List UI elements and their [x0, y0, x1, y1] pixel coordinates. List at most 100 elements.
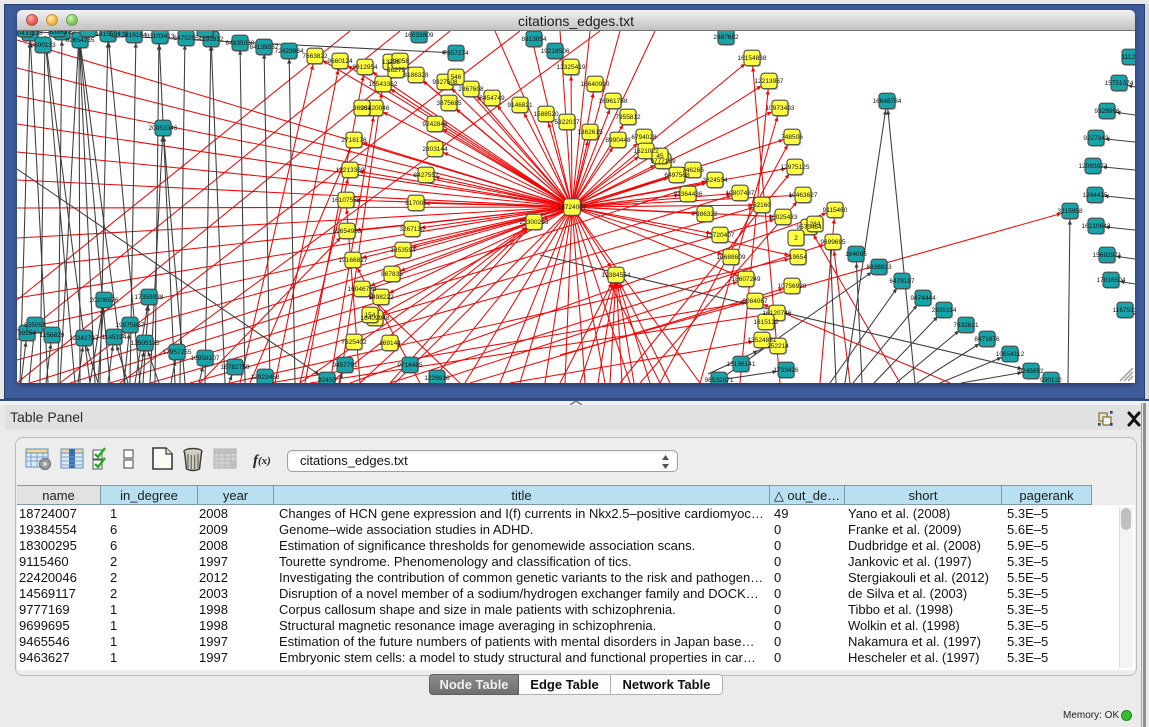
svg-text:1353594: 1353594 — [390, 247, 416, 254]
svg-text:16210643: 16210643 — [1082, 223, 1111, 230]
svg-text:9084067: 9084067 — [742, 298, 768, 305]
svg-text:15692971: 15692971 — [1093, 252, 1122, 259]
svg-text:1167533: 1167533 — [1113, 307, 1135, 314]
svg-text:98961: 98961 — [353, 105, 371, 112]
svg-text:8471676: 8471676 — [974, 336, 1000, 343]
svg-text:16640910: 16640910 — [581, 81, 610, 88]
svg-text:169144: 169144 — [379, 340, 401, 347]
svg-text:284: 284 — [810, 221, 821, 228]
svg-text:9146821: 9146821 — [507, 102, 533, 109]
svg-text:9474444: 9474444 — [910, 295, 936, 302]
svg-text:16154838: 16154838 — [738, 55, 767, 62]
svg-text:72423884: 72423884 — [275, 48, 304, 55]
svg-text:748506: 748506 — [781, 134, 803, 141]
svg-text:1615132: 1615132 — [753, 319, 779, 326]
svg-text:9457791: 9457791 — [332, 362, 358, 369]
svg-text:7816184: 7816184 — [121, 32, 147, 39]
svg-text:3267130: 3267130 — [399, 226, 425, 233]
svg-text:6497568: 6497568 — [664, 172, 690, 179]
svg-text:5430391: 5430391 — [192, 31, 218, 33]
svg-text:12093873: 12093873 — [1079, 163, 1108, 170]
svg-text:19654: 19654 — [789, 254, 807, 261]
svg-text:15751074: 15751074 — [1105, 80, 1134, 87]
svg-text:86058: 86058 — [391, 58, 409, 65]
svg-text:1156829: 1156829 — [40, 332, 65, 339]
svg-text:6794028: 6794028 — [631, 134, 657, 141]
svg-text:15720407: 15720407 — [706, 232, 735, 239]
svg-text:97848018: 97848018 — [17, 31, 40, 33]
svg-text:1588520: 1588520 — [533, 111, 559, 118]
svg-text:9227343: 9227343 — [1083, 135, 1109, 142]
svg-text:10025433: 10025433 — [769, 214, 798, 221]
svg-text:154: 154 — [365, 312, 376, 319]
svg-text:12923468: 12923468 — [251, 374, 280, 381]
svg-text:8938923: 8938923 — [866, 264, 892, 271]
svg-text:16120746: 16120746 — [763, 310, 792, 317]
svg-text:39154: 39154 — [18, 330, 36, 337]
svg-text:4192832: 4192832 — [198, 36, 224, 43]
svg-text:10756928: 10756928 — [778, 283, 807, 290]
svg-text:7663822: 7663822 — [302, 53, 328, 60]
svg-text:9329966: 9329966 — [1094, 108, 1120, 115]
svg-text:3624554: 3624554 — [702, 177, 728, 184]
svg-text:51462704: 51462704 — [43, 31, 72, 33]
svg-text:1498222: 1498222 — [368, 294, 394, 301]
svg-text:8813054: 8813054 — [521, 36, 547, 43]
svg-text:10807487: 10807487 — [726, 190, 755, 197]
svg-text:18607249: 18607249 — [732, 276, 761, 283]
svg-text:2887682: 2887682 — [713, 34, 739, 41]
svg-text:19975867: 19975867 — [116, 322, 145, 329]
svg-text:2803144: 2803144 — [422, 146, 448, 153]
svg-text:15136141: 15136141 — [727, 361, 756, 368]
svg-text:7955812: 7955812 — [615, 114, 641, 121]
svg-text:1226916: 1226916 — [424, 375, 450, 382]
svg-text:16782759: 16782759 — [221, 364, 250, 371]
svg-text:16543362: 16543362 — [369, 81, 398, 88]
svg-text:12342737: 12342737 — [70, 335, 99, 342]
svg-text:20053346: 20053346 — [149, 125, 178, 132]
svg-text:92450: 92450 — [318, 377, 336, 383]
svg-text:2867608: 2867608 — [458, 86, 484, 93]
svg-text:5322037: 5322037 — [554, 119, 580, 126]
svg-text:9699695: 9699695 — [820, 239, 846, 246]
svg-text:164095: 164095 — [845, 251, 867, 258]
svg-text:10688609: 10688609 — [717, 254, 746, 261]
svg-text:16107552: 16107552 — [332, 197, 361, 204]
svg-text:7357274: 7357274 — [443, 50, 469, 57]
svg-text:1244415: 1244415 — [1082, 192, 1108, 199]
svg-text:12505135: 12505135 — [131, 340, 160, 347]
svg-text:2935114: 2935114 — [932, 307, 957, 314]
svg-text:867833: 867833 — [381, 271, 403, 278]
svg-text:19384554: 19384554 — [602, 272, 631, 279]
svg-text:7986322: 7986322 — [692, 211, 718, 218]
svg-text:12213369: 12213369 — [336, 167, 365, 174]
svg-text:16648784: 16648784 — [873, 98, 902, 105]
svg-text:252214: 252214 — [767, 343, 789, 350]
svg-text:8990448: 8990448 — [605, 137, 631, 144]
svg-text:10973493: 10973493 — [766, 105, 795, 112]
svg-text:1733426: 1733426 — [773, 367, 799, 374]
svg-text:(x): (x) — [258, 455, 271, 467]
svg-text:17957255: 17957255 — [163, 349, 192, 356]
svg-text:9245652: 9245652 — [1018, 368, 1044, 375]
svg-text:10958107: 10958107 — [191, 355, 220, 362]
svg-text:21364436: 21364436 — [674, 191, 703, 198]
svg-text:6475255: 6475255 — [173, 35, 199, 42]
svg-text:930122: 930122 — [1040, 377, 1062, 383]
svg-text:10463627: 10463627 — [789, 192, 818, 199]
svg-text:93103413: 93103413 — [146, 33, 175, 40]
svg-text:17016504: 17016504 — [1097, 277, 1126, 284]
svg-text:02654235: 02654235 — [66, 37, 95, 44]
svg-text:8427552: 8427552 — [413, 172, 439, 179]
svg-text:9242848: 9242848 — [422, 121, 448, 128]
svg-text:7632621: 7632621 — [953, 322, 979, 329]
svg-text:28809570: 28809570 — [104, 31, 133, 33]
svg-text:1362615: 1362615 — [577, 129, 603, 136]
svg-text:535051: 535051 — [24, 322, 46, 329]
svg-text:16033809: 16033809 — [405, 32, 434, 39]
svg-text:1145194: 1145194 — [102, 334, 127, 341]
svg-text:9716485: 9716485 — [397, 362, 423, 369]
svg-text:9115460: 9115460 — [823, 207, 848, 214]
svg-text:12325419: 12325419 — [557, 64, 586, 71]
svg-text:19166827: 19166827 — [339, 257, 368, 264]
